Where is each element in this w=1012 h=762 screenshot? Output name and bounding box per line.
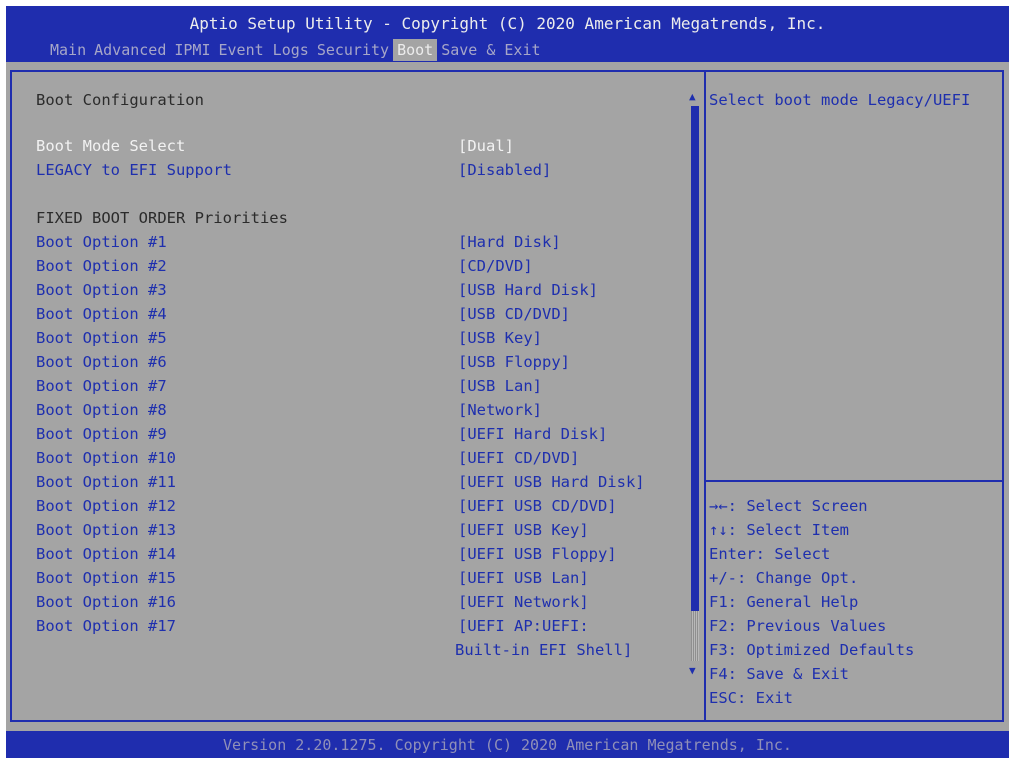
tab-save-exit[interactable]: Save & Exit <box>437 39 544 61</box>
scrollbar-track[interactable] <box>691 611 699 661</box>
boot-option-2-label[interactable]: Boot Option #2 <box>36 255 167 277</box>
boot-option-17-value[interactable]: [UEFI AP:UEFI: <box>458 615 589 637</box>
tab-advanced[interactable]: Advanced <box>90 39 170 61</box>
boot-option-17-label[interactable]: Boot Option #17 <box>36 615 176 637</box>
boot-option-13-label[interactable]: Boot Option #13 <box>36 519 176 541</box>
boot-option-14-value[interactable]: [UEFI USB Floppy] <box>458 543 617 565</box>
boot-option-9-value[interactable]: [UEFI Hard Disk] <box>458 423 607 445</box>
boot-mode-select-label[interactable]: Boot Mode Select <box>36 135 185 157</box>
scroll-down-icon[interactable]: ▼ <box>689 664 696 678</box>
item-help-text: Select boot mode Legacy/UEFI <box>709 91 971 109</box>
key-save-exit: F4: Save & Exit <box>709 665 849 683</box>
boot-option-6-value[interactable]: [USB Floppy] <box>458 351 570 373</box>
boot-option-10-label[interactable]: Boot Option #10 <box>36 447 176 469</box>
boot-option-10-value[interactable]: [UEFI CD/DVD] <box>458 447 579 469</box>
boot-option-3-label[interactable]: Boot Option #3 <box>36 279 167 301</box>
boot-option-7-value[interactable]: [USB Lan] <box>458 375 542 397</box>
boot-option-8-label[interactable]: Boot Option #8 <box>36 399 167 421</box>
boot-option-1-label[interactable]: Boot Option #1 <box>36 231 167 253</box>
scrollbar-thumb[interactable] <box>691 106 699 611</box>
boot-option-5-label[interactable]: Boot Option #5 <box>36 327 167 349</box>
key-enter-select: Enter: Select <box>709 545 831 563</box>
section-title: Boot Configuration <box>36 91 204 109</box>
boot-option-16-label[interactable]: Boot Option #16 <box>36 591 176 613</box>
legacy-efi-support-label[interactable]: LEGACY to EFI Support <box>36 159 232 181</box>
tab-ipmi[interactable]: IPMI <box>170 39 214 61</box>
boot-option-15-label[interactable]: Boot Option #15 <box>36 567 176 589</box>
boot-option-5-value[interactable]: [USB Key] <box>458 327 542 349</box>
boot-option-4-value[interactable]: [USB CD/DVD] <box>458 303 570 325</box>
boot-option-2-value[interactable]: [CD/DVD] <box>458 255 533 277</box>
boot-option-17-value-line2[interactable]: Built-in EFI Shell] <box>455 639 632 661</box>
boot-option-11-label[interactable]: Boot Option #11 <box>36 471 176 493</box>
menu-bar: Main Advanced IPMI Event Logs Security B… <box>46 39 545 61</box>
key-optimized-defaults: F3: Optimized Defaults <box>709 641 915 659</box>
key-select-item: ↑↓: Select Item <box>709 521 849 539</box>
header-bar: Aptio Setup Utility - Copyright (C) 2020… <box>6 6 1009 62</box>
key-general-help: F1: General Help <box>709 593 859 611</box>
tab-security[interactable]: Security <box>313 39 393 61</box>
boot-option-12-value[interactable]: [UEFI USB CD/DVD] <box>458 495 617 517</box>
bios-screen: Aptio Setup Utility - Copyright (C) 2020… <box>6 6 1009 758</box>
boot-option-12-label[interactable]: Boot Option #12 <box>36 495 176 517</box>
boot-option-1-value[interactable]: [Hard Disk] <box>458 231 561 253</box>
boot-option-11-value[interactable]: [UEFI USB Hard Disk] <box>458 471 645 493</box>
tab-boot[interactable]: Boot <box>393 39 438 61</box>
legacy-efi-support-value[interactable]: [Disabled] <box>458 159 551 181</box>
boot-option-6-label[interactable]: Boot Option #6 <box>36 351 167 373</box>
boot-option-4-label[interactable]: Boot Option #4 <box>36 303 167 325</box>
tab-event-logs[interactable]: Event Logs <box>215 39 313 61</box>
help-divider <box>706 480 1002 482</box>
boot-option-9-label[interactable]: Boot Option #9 <box>36 423 167 445</box>
boot-option-16-value[interactable]: [UEFI Network] <box>458 591 589 613</box>
boot-option-7-label[interactable]: Boot Option #7 <box>36 375 167 397</box>
key-select-screen: →←: Select Screen <box>709 497 868 515</box>
footer-bar: Version 2.20.1275. Copyright (C) 2020 Am… <box>6 731 1009 758</box>
key-previous-values: F2: Previous Values <box>709 617 887 635</box>
boot-option-14-label[interactable]: Boot Option #14 <box>36 543 176 565</box>
version-text: Version 2.20.1275. Copyright (C) 2020 Am… <box>223 736 792 754</box>
boot-option-15-value[interactable]: [UEFI USB Lan] <box>458 567 589 589</box>
boot-option-8-value[interactable]: [Network] <box>458 399 542 421</box>
key-change-opt: +/-: Change Opt. <box>709 569 859 587</box>
key-esc-exit: ESC: Exit <box>709 689 793 707</box>
scroll-up-icon[interactable]: ▲ <box>689 90 696 104</box>
tab-main[interactable]: Main <box>46 39 90 61</box>
panel-divider <box>704 70 706 722</box>
priorities-title: FIXED BOOT ORDER Priorities <box>36 209 288 227</box>
boot-mode-select-value[interactable]: [Dual] <box>458 135 514 157</box>
utility-title: Aptio Setup Utility - Copyright (C) 2020… <box>189 14 826 33</box>
boot-option-13-value[interactable]: [UEFI USB Key] <box>458 519 589 541</box>
key-legend: →←: Select Screen ↑↓: Select Item Enter:… <box>709 494 914 710</box>
boot-option-3-value[interactable]: [USB Hard Disk] <box>458 279 598 301</box>
